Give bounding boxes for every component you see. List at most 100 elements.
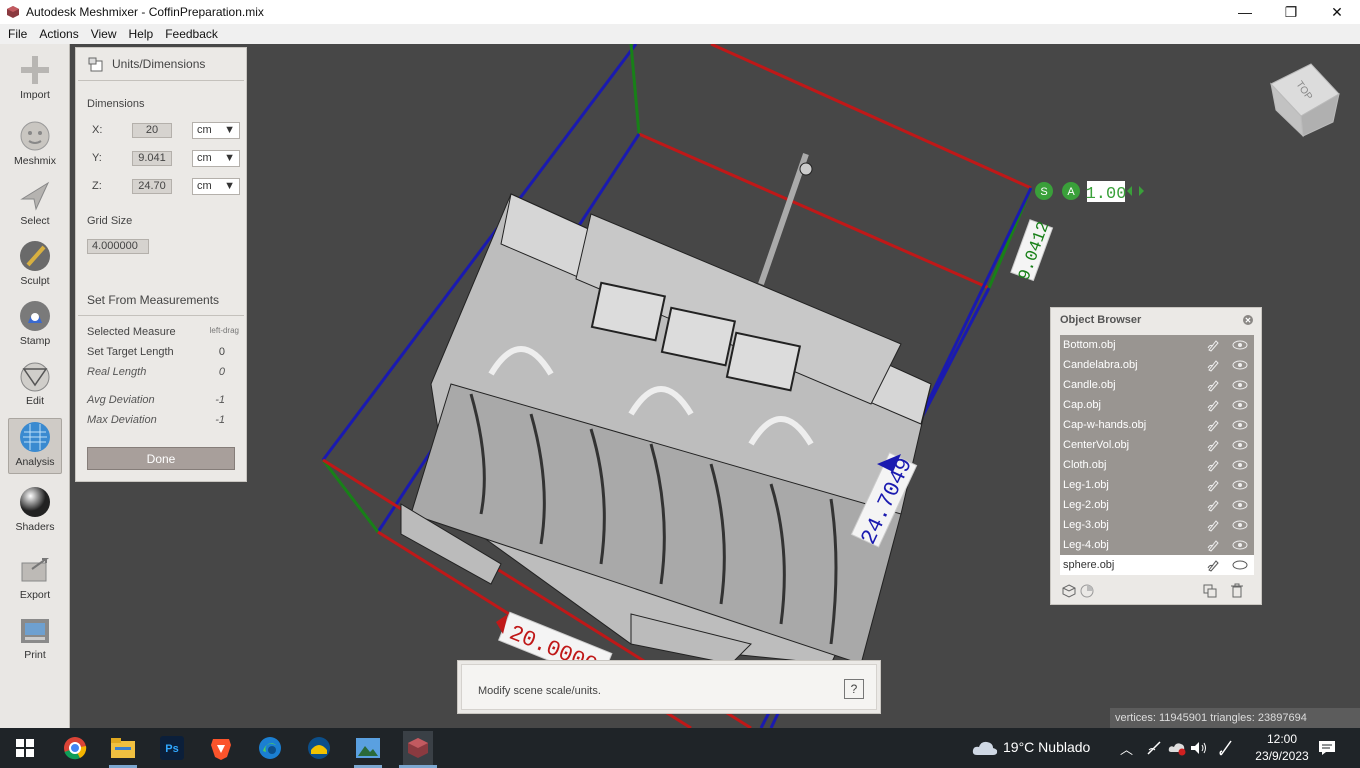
maximize-button[interactable]: ❐ (1268, 0, 1314, 24)
visibility-eye-icon[interactable] (1232, 398, 1248, 412)
edge-icon[interactable] (256, 734, 284, 762)
view-cube[interactable]: TOP (1270, 63, 1340, 138)
object-row[interactable]: Candle.obj (1060, 375, 1254, 395)
weather-app-icon[interactable] (305, 734, 333, 762)
object-row[interactable]: Bottom.obj (1060, 335, 1254, 355)
grid-size-input[interactable]: 4.000000 (87, 239, 149, 254)
dim-y-unit-select[interactable]: cm ▼ (192, 149, 240, 167)
duplicate-icon[interactable] (1203, 584, 1217, 598)
meshmixer-taskbar-icon[interactable] (403, 731, 433, 765)
edit-object-icon[interactable] (1206, 378, 1220, 392)
weather-text[interactable]: 19°C Nublado (1003, 739, 1090, 755)
selected-measure-row[interactable]: Selected Measure left-drag (87, 326, 239, 338)
edit-object-icon[interactable] (1206, 518, 1220, 532)
row-label: Max Deviation (87, 414, 157, 426)
object-row[interactable]: CenterVol.obj (1060, 435, 1254, 455)
menu-view[interactable]: View (85, 27, 123, 41)
brave-icon[interactable] (207, 734, 235, 762)
pie-icon[interactable] (1080, 584, 1094, 598)
cube-icon[interactable] (1062, 584, 1076, 598)
coffin-mesh[interactable] (400, 153, 932, 665)
edit-object-icon[interactable] (1206, 458, 1220, 472)
edit-object-icon[interactable] (1206, 558, 1220, 572)
meshmix-icon (17, 118, 53, 154)
edit-object-icon[interactable] (1206, 398, 1220, 412)
help-button[interactable]: ? (844, 679, 864, 699)
tool-select[interactable]: Select (8, 178, 62, 234)
visibility-eye-icon[interactable] (1232, 518, 1248, 532)
dimensions-label: Dimensions (87, 98, 145, 110)
object-row[interactable]: Leg-2.obj (1060, 495, 1254, 515)
scale-a-button[interactable]: A (1062, 182, 1080, 200)
visibility-eye-icon[interactable] (1232, 378, 1248, 392)
scale-left-arrow-icon[interactable] (1127, 186, 1132, 196)
tool-shaders[interactable]: Shaders (8, 484, 62, 540)
visibility-eye-icon[interactable] (1232, 458, 1248, 472)
dim-x-input[interactable]: 20 (132, 122, 172, 138)
scale-right-arrow-icon[interactable] (1139, 186, 1144, 196)
visibility-eye-icon[interactable] (1232, 478, 1248, 492)
close-icon[interactable]: ✕ (1243, 315, 1253, 325)
svg-text:S: S (1040, 186, 1047, 198)
minimize-button[interactable]: — (1222, 0, 1268, 24)
pen-icon[interactable] (1218, 739, 1234, 757)
visibility-eye-icon[interactable] (1232, 498, 1248, 512)
tool-sculpt[interactable]: Sculpt (8, 238, 62, 294)
dim-z-input[interactable]: 24.70 (132, 178, 172, 194)
onedrive-icon[interactable] (1168, 740, 1186, 756)
visibility-eye-icon[interactable] (1232, 558, 1248, 572)
clock[interactable]: 12:00 23/9/2023 (1247, 731, 1317, 765)
notifications-icon[interactable] (1318, 740, 1336, 756)
object-row[interactable]: Leg-1.obj (1060, 475, 1254, 495)
menu-help[interactable]: Help (123, 27, 160, 41)
select-icon (17, 178, 53, 214)
visibility-eye-icon[interactable] (1232, 418, 1248, 432)
photoshop-icon[interactable]: Ps (158, 734, 186, 762)
edit-object-icon[interactable] (1206, 538, 1220, 552)
visibility-eye-icon[interactable] (1232, 338, 1248, 352)
network-icon[interactable] (1146, 740, 1162, 756)
photos-icon[interactable] (354, 734, 382, 762)
edit-object-icon[interactable] (1206, 338, 1220, 352)
edit-object-icon[interactable] (1206, 418, 1220, 432)
menu-file[interactable]: File (2, 27, 33, 41)
edit-object-icon[interactable] (1206, 438, 1220, 452)
tool-edit[interactable]: Edit (8, 358, 62, 414)
menu-feedback[interactable]: Feedback (159, 27, 224, 41)
object-row[interactable]: Cloth.obj (1060, 455, 1254, 475)
grid-size-label: Grid Size (87, 215, 133, 227)
object-row[interactable]: Leg-3.obj (1060, 515, 1254, 535)
visibility-eye-icon[interactable] (1232, 538, 1248, 552)
visibility-eye-icon[interactable] (1232, 438, 1248, 452)
object-row[interactable]: Candelabra.obj (1060, 355, 1254, 375)
tool-export[interactable]: Export (8, 552, 62, 608)
edit-object-icon[interactable] (1206, 478, 1220, 492)
windows-start-icon[interactable] (11, 734, 39, 762)
tool-analysis[interactable]: Analysis (8, 418, 62, 474)
object-row[interactable]: sphere.obj (1060, 555, 1254, 575)
file-explorer-icon[interactable] (109, 734, 137, 762)
dim-z-unit-select[interactable]: cm ▼ (192, 177, 240, 195)
done-button[interactable]: Done (87, 447, 235, 470)
chrome-icon[interactable] (61, 734, 89, 762)
dim-y-input[interactable]: 9.041 (132, 150, 172, 166)
tool-stamp[interactable]: Stamp (8, 298, 62, 354)
set-target-length-row[interactable]: Set Target Length 0 (87, 346, 239, 358)
close-button[interactable]: ✕ (1314, 0, 1360, 24)
edit-object-icon[interactable] (1206, 498, 1220, 512)
scale-s-button[interactable]: S (1035, 182, 1053, 200)
object-row[interactable]: Leg-4.obj (1060, 535, 1254, 555)
visibility-eye-icon[interactable] (1232, 358, 1248, 372)
object-row[interactable]: Cap.obj (1060, 395, 1254, 415)
menu-actions[interactable]: Actions (33, 27, 84, 41)
trash-icon[interactable] (1230, 583, 1244, 598)
tool-print[interactable]: Print (8, 612, 62, 668)
dim-x-unit-select[interactable]: cm ▼ (192, 121, 240, 139)
edit-object-icon[interactable] (1206, 358, 1220, 372)
tool-import[interactable]: Import (8, 52, 62, 108)
object-row[interactable]: Cap-w-hands.obj (1060, 415, 1254, 435)
scale-value-field[interactable]: 1.00 (1086, 181, 1127, 204)
tool-meshmix[interactable]: Meshmix (8, 118, 62, 174)
volume-icon[interactable] (1190, 740, 1208, 756)
chevron-up-icon[interactable]: ︿ (1120, 739, 1133, 758)
